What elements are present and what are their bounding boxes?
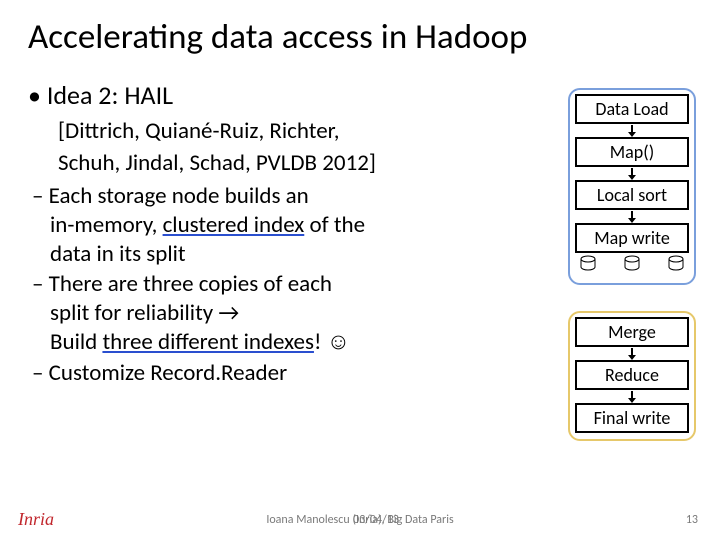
- arrow-down-icon: [573, 211, 691, 223]
- p2-l3b: ! ☺: [314, 328, 350, 356]
- point-3: Customize Record.Reader: [28, 359, 528, 388]
- stage-local-sort: Local sort: [575, 180, 689, 210]
- logo-inria: Inria: [18, 509, 54, 530]
- stage-merge: Merge: [575, 317, 689, 347]
- disk-icon: [623, 255, 641, 277]
- p1-l2b: of the: [304, 211, 365, 239]
- stage-map-write: Map write: [575, 223, 689, 253]
- stage-map: Map(): [575, 137, 689, 167]
- disk-icons: [573, 253, 691, 277]
- p1-l3: data in its split: [50, 240, 186, 268]
- footer-author: Ioana Manolescu (Inria), Big Data Paris: [266, 513, 453, 527]
- p2-l3a: Build: [50, 328, 102, 356]
- p2-underline: three different indexes: [102, 328, 314, 356]
- stage-final-write: Final write: [575, 403, 689, 433]
- arrow-down-icon: [573, 391, 691, 403]
- arrow-down-icon: [573, 348, 691, 360]
- p1-l2a: in-memory,: [50, 211, 163, 239]
- page-number: 13: [658, 513, 698, 527]
- disk-icon: [667, 255, 685, 277]
- p2-l1: There are three copies of each: [49, 270, 332, 298]
- point-1: Each storage node builds an in-memory, c…: [28, 182, 528, 268]
- arrow-down-icon: [573, 125, 691, 137]
- arrow-down-icon: [573, 168, 691, 180]
- flow-diagram: Data Load Map() Local sort Map write Mer…: [568, 88, 696, 441]
- point-2: There are three copies of each split for…: [28, 270, 528, 356]
- map-phase-group: Data Load Map() Local sort Map write: [568, 88, 696, 285]
- slide: Accelerating data access in Hadoop Idea …: [0, 0, 720, 540]
- disk-icon: [579, 255, 597, 277]
- slide-body: Idea 2: HAIL [Dittrich, Quiané-Ruiz, Ric…: [28, 79, 692, 388]
- p1-underline: clustered index: [163, 211, 305, 239]
- bullet-idea: Idea 2: HAIL: [28, 79, 528, 111]
- reduce-phase-group: Merge Reduce Final write: [568, 311, 696, 441]
- content-left: Idea 2: HAIL [Dittrich, Quiané-Ruiz, Ric…: [28, 79, 528, 388]
- stage-reduce: Reduce: [575, 360, 689, 390]
- citation-line1: [Dittrich, Quiané-Ruiz, Richter,: [28, 117, 528, 146]
- stage-data-load: Data Load: [575, 94, 689, 124]
- citation-line2: Schuh, Jindal, Schad, PVLDB 2012]: [28, 149, 528, 178]
- slide-footer: Inria 03/04/13 Ioana Manolescu (Inria), …: [0, 509, 720, 530]
- p2-l2: split for reliability →: [50, 299, 239, 327]
- p1-l1: Each storage node builds an: [49, 182, 309, 210]
- slide-title: Accelerating data access in Hadoop: [28, 18, 692, 57]
